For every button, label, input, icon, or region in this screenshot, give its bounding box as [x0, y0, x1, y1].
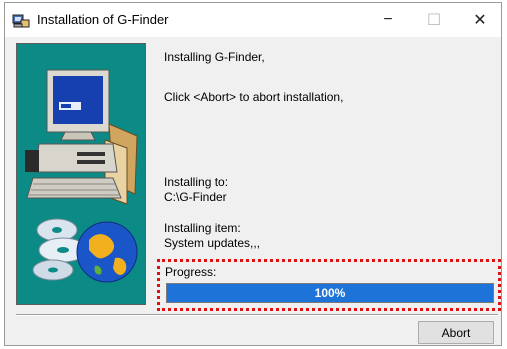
install-item-value: System updates,,, [164, 236, 261, 250]
globe-icon [76, 221, 138, 283]
maximize-button[interactable]: ☐ [411, 3, 457, 37]
title-bar[interactable]: Installation of G-Finder − ☐ ✕ [5, 3, 501, 37]
install-location-path: C:\G-Finder [164, 190, 227, 204]
abort-button[interactable]: Abort [418, 321, 494, 344]
button-separator [16, 314, 498, 316]
progress-percent: 100% [314, 286, 346, 300]
installer-graphic [16, 43, 146, 305]
progress-highlight: Progress: 100% [157, 259, 501, 311]
install-item-label: Installing item: [164, 221, 241, 235]
close-button[interactable]: ✕ [457, 3, 503, 37]
abort-instruction: Click <Abort> to abort installation, [164, 90, 344, 104]
window-title: Installation of G-Finder [37, 12, 169, 27]
progress-label: Progress: [165, 265, 217, 279]
progress-bar: 100% [166, 283, 494, 303]
minimize-button[interactable]: − [365, 3, 411, 37]
installer-icon [12, 14, 30, 28]
install-heading: Installing G-Finder, [164, 50, 265, 64]
install-location-label: Installing to: [164, 175, 229, 189]
computer-icon [25, 69, 138, 205]
installer-window: Installation of G-Finder − ☐ ✕ Installin… [4, 2, 502, 346]
